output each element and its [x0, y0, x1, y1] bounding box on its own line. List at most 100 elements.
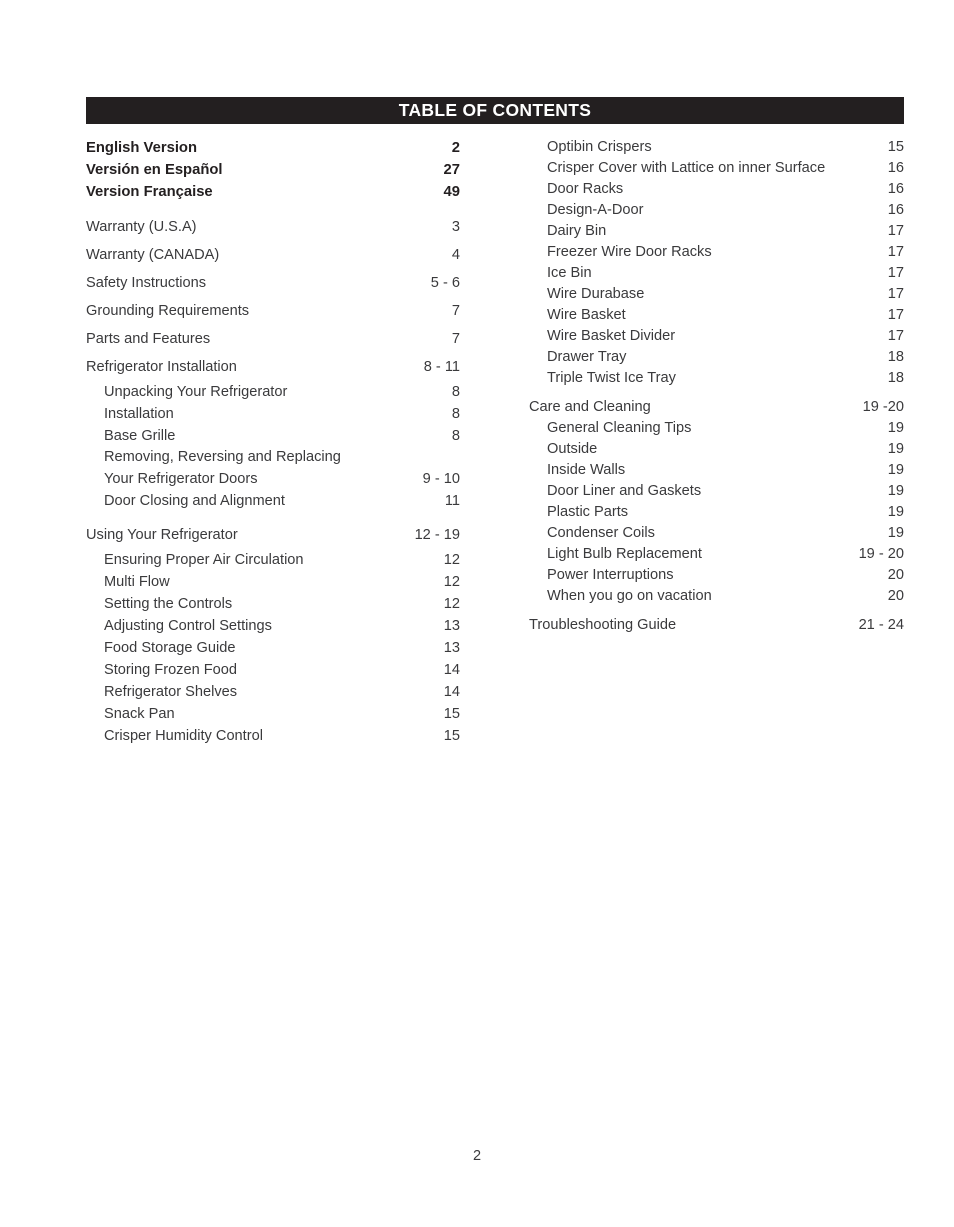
- toc-entry-title: Design-A-Door: [547, 202, 644, 218]
- toc-entry-page-number: 15: [443, 728, 460, 744]
- toc-entry-title: Unpacking Your Refrigerator: [104, 384, 288, 400]
- toc-entry-page-number: 18: [887, 370, 904, 386]
- toc-subsection-entry[interactable]: Light Bulb Replacement 19 - 20: [529, 544, 904, 565]
- toc-section-entry[interactable]: Care and Cleaning 19 -20: [529, 397, 904, 418]
- toc-entry-page-number: 8: [451, 384, 460, 400]
- toc-entry-title: Ensuring Proper Air Circulation: [104, 552, 304, 568]
- toc-section-entry[interactable]: Grounding Requirements 7: [86, 297, 460, 325]
- toc-section-entry[interactable]: Warranty (U.S.A) 3: [86, 213, 460, 241]
- toc-subsection-entry[interactable]: Condenser Coils 19: [529, 523, 904, 544]
- toc-subsection-entry[interactable]: Installation 8: [86, 403, 460, 425]
- toc-entry-title: Wire Durabase: [547, 286, 645, 302]
- toc-subsection-entry[interactable]: Dairy Bin 17: [529, 221, 904, 242]
- toc-entry-title: Power Interruptions: [547, 567, 674, 583]
- toc-subsection-entry[interactable]: Ensuring Proper Air Circulation 12: [86, 549, 460, 571]
- toc-language-version-entry[interactable]: English Version 2: [86, 137, 460, 159]
- toc-subsection-entry[interactable]: Triple Twist Ice Tray 18: [529, 368, 904, 389]
- column-spacer: [86, 203, 460, 213]
- toc-entry-title: Wire Basket Divider: [547, 328, 676, 344]
- toc-subsection-entry[interactable]: Inside Walls 19: [529, 460, 904, 481]
- toc-entry-page-number: 19: [887, 504, 904, 520]
- toc-subsection-entry[interactable]: Setting the Controls 12: [86, 593, 460, 615]
- toc-section-entry[interactable]: Using Your Refrigerator 12 - 19: [86, 521, 460, 549]
- toc-subsection-entry[interactable]: Your Refrigerator Doors 9 - 10: [86, 468, 460, 490]
- toc-entry-page-number: 17: [887, 244, 904, 260]
- toc-entry-title: Plastic Parts: [547, 504, 629, 520]
- toc-entry-title: Triple Twist Ice Tray: [547, 370, 676, 386]
- toc-entry-title: Door Closing and Alignment: [104, 493, 285, 509]
- table-of-contents-header-bar: TABLE OF CONTENTS: [86, 97, 904, 124]
- column-spacer: [529, 607, 904, 615]
- toc-entry-page-number: 19: [887, 525, 904, 541]
- toc-entry-title: Safety Instructions: [86, 275, 207, 291]
- toc-entry-page-number: 17: [887, 307, 904, 323]
- toc-subsection-entry[interactable]: Food Storage Guide 13: [86, 637, 460, 659]
- toc-entry-title: Door Liner and Gaskets: [547, 483, 702, 499]
- toc-section-entry[interactable]: Troubleshooting Guide 21 - 24: [529, 615, 904, 636]
- toc-entry-title: Freezer Wire Door Racks: [547, 244, 712, 260]
- toc-entry-page-number: 17: [887, 223, 904, 239]
- toc-entry-title: Door Racks: [547, 181, 624, 197]
- toc-entry-page-number: 21 - 24: [858, 617, 904, 633]
- toc-subsection-entry[interactable]: Door Liner and Gaskets 19: [529, 481, 904, 502]
- toc-entry-page-number: 12 - 19: [414, 527, 460, 543]
- toc-entry-title: Troubleshooting Guide: [529, 617, 677, 633]
- toc-subsection-entry[interactable]: Power Interruptions 20: [529, 565, 904, 586]
- toc-subsection-entry[interactable]: Unpacking Your Refrigerator 8: [86, 381, 460, 403]
- toc-subsection-entry[interactable]: Design-A-Door 16: [529, 200, 904, 221]
- toc-subsection-entry[interactable]: Door Racks 16: [529, 179, 904, 200]
- toc-subsection-entry[interactable]: Storing Frozen Food 14: [86, 659, 460, 681]
- toc-entry-page-number: 17: [887, 328, 904, 344]
- toc-subsection-entry[interactable]: Outside 19: [529, 439, 904, 460]
- toc-subsection-entry[interactable]: Optibin Crispers 15: [529, 137, 904, 158]
- toc-subsection-entry[interactable]: Door Closing and Alignment 11: [86, 490, 460, 512]
- footer-page-number: 2: [472, 1148, 482, 1164]
- toc-subsection-entry[interactable]: Removing, Reversing and Replacing: [86, 447, 460, 468]
- toc-entry-page-number: 17: [887, 265, 904, 281]
- page-title: TABLE OF CONTENTS: [398, 99, 592, 120]
- toc-entry-title: Adjusting Control Settings: [104, 618, 272, 634]
- toc-subsection-entry[interactable]: Refrigerator Shelves 14: [86, 681, 460, 703]
- toc-section-entry[interactable]: Safety Instructions 5 - 6: [86, 269, 460, 297]
- toc-language-version-entry[interactable]: Version Française 49: [86, 181, 460, 203]
- toc-subsection-entry[interactable]: When you go on vacation 20: [529, 586, 904, 607]
- toc-subsection-entry[interactable]: Snack Pan 15: [86, 703, 460, 725]
- toc-entry-title: Wire Basket: [547, 307, 626, 323]
- toc-entry-title: Drawer Tray: [547, 349, 627, 365]
- toc-entry-title: Versión en Español: [86, 162, 223, 178]
- toc-entry-page-number: 8: [451, 428, 460, 444]
- toc-section-entry[interactable]: Refrigerator Installation 8 - 11: [86, 353, 460, 381]
- toc-subsection-entry[interactable]: Drawer Tray 18: [529, 347, 904, 368]
- toc-entry-page-number: 7: [451, 303, 460, 319]
- toc-entry-page-number: 19 -20: [862, 399, 904, 415]
- toc-subsection-entry[interactable]: Wire Basket 17: [529, 305, 904, 326]
- toc-subsection-entry[interactable]: Crisper Cover with Lattice on inner Surf…: [529, 158, 904, 179]
- toc-subsection-entry[interactable]: Freezer Wire Door Racks 17: [529, 242, 904, 263]
- toc-subsection-entry[interactable]: General Cleaning Tips 19: [529, 418, 904, 439]
- toc-subsection-entry[interactable]: Multi Flow 12: [86, 571, 460, 593]
- toc-subsection-entry[interactable]: Plastic Parts 19: [529, 502, 904, 523]
- toc-language-version-entry[interactable]: Versión en Español 27: [86, 159, 460, 181]
- toc-subsection-entry[interactable]: Base Grille 8: [86, 425, 460, 447]
- toc-entry-page-number: 19 - 20: [858, 546, 904, 562]
- toc-entry-page-number: 2: [451, 140, 460, 156]
- toc-entry-page-number: 15: [443, 706, 460, 722]
- toc-entry-page-number: 14: [443, 684, 460, 700]
- toc-subsection-entry[interactable]: Crisper Humidity Control 15: [86, 725, 460, 747]
- toc-entry-title: When you go on vacation: [547, 588, 712, 604]
- toc-subsection-entry[interactable]: Wire Durabase 17: [529, 284, 904, 305]
- toc-subsection-entry[interactable]: Wire Basket Divider 17: [529, 326, 904, 347]
- toc-subsection-entry[interactable]: Ice Bin 17: [529, 263, 904, 284]
- toc-entry-title: Multi Flow: [104, 574, 170, 590]
- toc-entry-title: Using Your Refrigerator: [86, 527, 238, 543]
- toc-entry-page-number: 7: [451, 331, 460, 347]
- toc-entry-page-number: 19: [887, 483, 904, 499]
- toc-section-entry[interactable]: Warranty (CANADA) 4: [86, 241, 460, 269]
- toc-left-column: English Version 2 Versión en Español 27 Vers…: [86, 137, 460, 756]
- toc-entry-title: Version Française: [86, 184, 213, 200]
- toc-entry-title: General Cleaning Tips: [547, 420, 692, 436]
- toc-subsection-entry[interactable]: Adjusting Control Settings 13: [86, 615, 460, 637]
- toc-section-entry[interactable]: Parts and Features 7: [86, 325, 460, 353]
- toc-entry-title: Warranty (CANADA): [86, 247, 220, 263]
- toc-entry-title: Care and Cleaning: [529, 399, 651, 415]
